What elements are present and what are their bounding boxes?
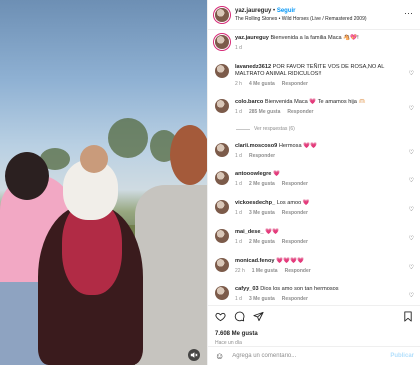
emoji-icon[interactable]: ☺ [215,351,224,361]
commenter-avatar[interactable] [215,200,229,214]
comment-time[interactable]: 22 h [235,268,245,275]
add-comment-bar: ☺ Publicar [208,346,420,365]
dot-separator: • [273,7,276,14]
replies-divider [236,128,250,130]
comment-likes[interactable]: 1 Me gusta [252,268,278,275]
author-avatar[interactable] [215,35,229,49]
comment-item: clarii.moscoso9 Hermosa 💗💗 1 d Responder… [215,143,415,160]
man-head [170,125,207,185]
author-avatar[interactable] [215,7,229,22]
commenter-avatar[interactable] [215,64,229,78]
view-replies-label: Ver respuestas (6) [254,126,295,132]
comment-item: monicad.fenoy 💗💗💗💗 22 h 1 Me gusta Respo… [215,258,415,275]
comment-item: lavanedz3612 POR FAVOR TEÑITE VOS DE ROS… [215,64,415,88]
commenter-avatar[interactable] [215,258,229,272]
post-side-panel: yaz.jaureguy • Seguir The Rolling Stones… [207,0,420,365]
comment-item: cafyy_03 Dios los amo son tan hermosos 1… [215,286,415,303]
comment-text: Hermosa 💗💗 [278,143,318,149]
background-tree [108,118,148,158]
send-icon[interactable] [253,311,264,325]
comment-time[interactable]: 1 d [235,109,242,116]
post-media[interactable] [0,0,207,365]
caption-text: Bienvenida a la familia Maca 🐴💖! [270,35,359,41]
comment-likes[interactable]: 4 Me gusta [249,81,275,88]
comment-item: antooowlegre 💗 1 d 2 Me gusta Responder … [215,171,415,188]
comment-username[interactable]: colo.barco [235,99,263,105]
comment-username[interactable]: monicad.fenoy [235,258,274,264]
heart-icon[interactable]: ♡ [409,105,414,112]
reply-button[interactable]: Responder [287,109,313,116]
comment-item: vickoesdechp_ Los amoo 💗 1 d 3 Me gusta … [215,200,415,217]
comment-likes[interactable]: 2 Me gusta [249,239,275,246]
audio-track-link[interactable]: The Rolling Stones • Wild Horses (Live /… [235,16,367,22]
reply-button[interactable]: Responder [282,81,308,88]
view-replies-button[interactable]: Ver respuestas (6) [236,126,295,132]
comment-likes[interactable]: 3 Me gusta [249,296,275,303]
comment-username[interactable]: lavanedz3612 [235,64,271,70]
heart-icon[interactable]: ♡ [409,149,414,156]
comment-username[interactable]: cafyy_03 [235,286,259,292]
caption: yaz.jaureguy Bienvenida a la familia Mac… [215,35,415,52]
man-grey-jacket [135,185,207,365]
comment-username[interactable]: vickoesdechp_ [235,200,275,206]
comment-time[interactable]: 1 d [235,181,242,188]
post-header: yaz.jaureguy • Seguir The Rolling Stones… [208,0,420,30]
comment-item: mai_dese_ 💗💗 1 d 2 Me gusta Responder ♡ [215,229,415,246]
heart-icon[interactable]: ♡ [409,70,414,77]
comment-text: 💗💗 [265,229,280,235]
comment-text: Bienvenida Maca 💗 Te amamos hija 🫶🏻 [264,99,366,105]
caption-time[interactable]: 1 d [235,45,242,52]
post-actions: 7.608 Me gusta Hace un día [208,305,420,346]
comments-list[interactable]: yaz.jaureguy Bienvenida a la familia Mac… [208,31,420,305]
reply-button[interactable]: Responder [282,210,308,217]
instagram-post-view: yaz.jaureguy • Seguir The Rolling Stones… [0,0,420,365]
author-username[interactable]: yaz.jaureguy [235,8,271,14]
publish-button[interactable]: Publicar [390,353,414,359]
commenter-avatar[interactable] [215,171,229,185]
follow-button[interactable]: Seguir [277,8,296,14]
speaker-muted-icon[interactable] [188,349,200,361]
commenter-avatar[interactable] [215,143,229,157]
commenter-avatar[interactable] [215,286,229,300]
reply-button[interactable]: Responder [282,239,308,246]
comment-time[interactable]: 1 d [235,239,242,246]
comment-text: Dios los amo son tan hermosos [260,286,339,292]
comment-likes[interactable]: 285 Me gusta [249,109,280,116]
comment-icon[interactable] [234,311,245,325]
woman-head [5,152,49,200]
baby-head [80,145,108,173]
heart-icon[interactable]: ♡ [409,206,414,213]
like-count[interactable]: 7.608 Me gusta [215,331,414,337]
comment-username[interactable]: mai_dese_ [235,229,264,235]
reply-button[interactable]: Responder [282,181,308,188]
reply-button[interactable]: Responder [282,296,308,303]
comment-likes[interactable]: 2 Me gusta [249,181,275,188]
bookmark-icon[interactable] [403,311,413,325]
commenter-avatar[interactable] [215,229,229,243]
comment-time[interactable]: 1 d [235,296,242,303]
comment-time[interactable]: 2 h [235,81,242,88]
heart-icon[interactable]: ♡ [409,177,414,184]
heart-icon[interactable]: ♡ [409,292,414,299]
comment-input[interactable] [232,353,383,359]
more-options-icon[interactable]: ··· [404,9,413,18]
comment-text: 💗💗💗💗 [276,258,304,264]
commenter-avatar[interactable] [215,99,229,113]
reply-button[interactable]: Responder [249,153,275,160]
comment-text: 💗 [272,171,280,177]
comment-username[interactable]: antooowlegre [235,171,271,177]
comment-text: Los amoo 💗 [276,200,310,206]
heart-icon[interactable] [215,311,226,325]
comment-username[interactable]: clarii.moscoso9 [235,143,277,149]
heart-icon[interactable]: ♡ [409,264,414,271]
comment-item: colo.barco Bienvenida Maca 💗 Te amamos h… [215,99,415,116]
caption-username[interactable]: yaz.jaureguy [235,35,269,41]
comment-time[interactable]: 1 d [235,210,242,217]
heart-icon[interactable]: ♡ [409,235,414,242]
comment-time[interactable]: 1 d [235,153,242,160]
comment-likes[interactable]: 3 Me gusta [249,210,275,217]
reply-button[interactable]: Responder [285,268,311,275]
